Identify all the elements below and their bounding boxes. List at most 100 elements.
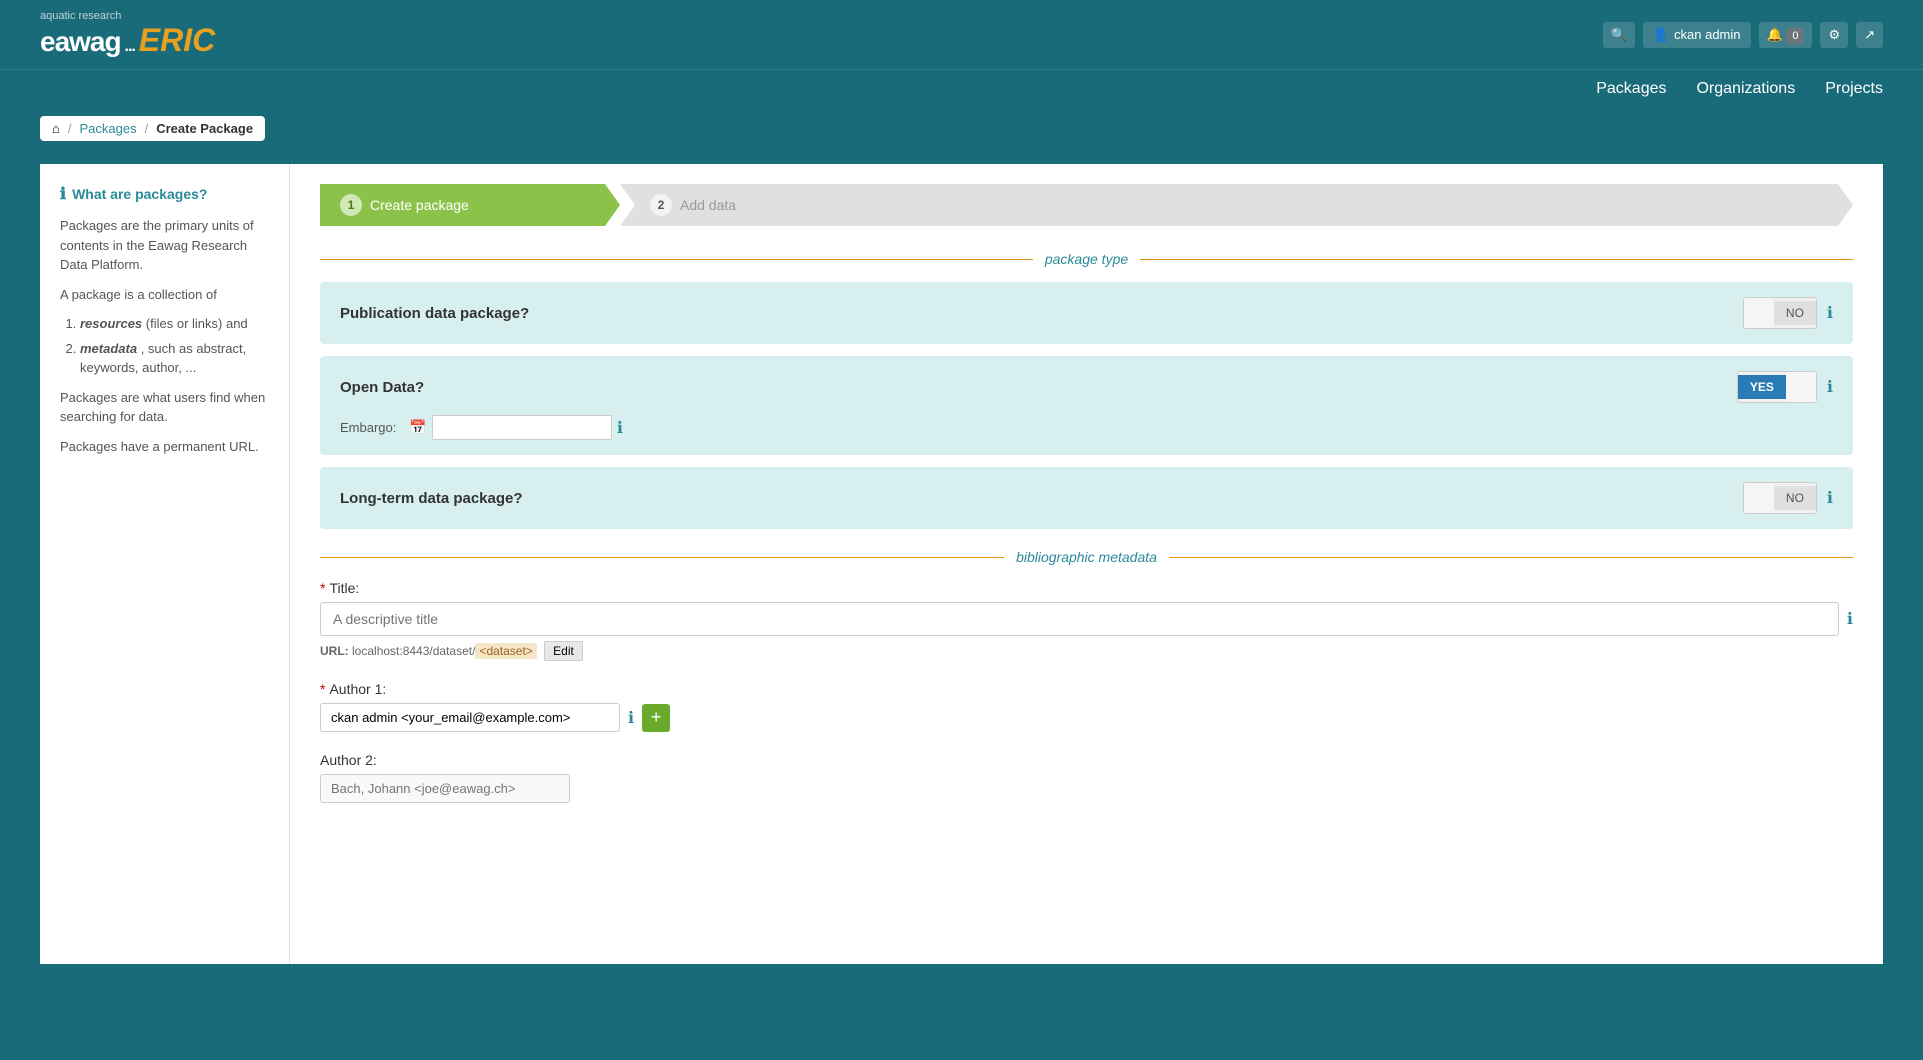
sidebar: ℹ What are packages? Packages are the pr… (40, 164, 290, 964)
bibliographic-section-label: bibliographic metadata (1016, 549, 1157, 565)
sidebar-title: ℹ What are packages? (60, 184, 269, 204)
step-2-number: 2 (650, 194, 672, 216)
url-dataset-tag: <dataset> (475, 643, 536, 659)
header: aquatic research eawag ... ERIC 🔍 👤 ckan… (0, 0, 1923, 70)
author1-section: * Author 1: ℹ + (320, 681, 1853, 732)
embargo-info-btn[interactable]: ℹ (617, 418, 623, 438)
sidebar-para2: A package is a collection of (60, 285, 269, 305)
content-area: 1 Create package 2 Add data package type… (290, 164, 1883, 964)
title-input[interactable] (320, 602, 1839, 636)
title-info-btn[interactable]: ℹ (1847, 609, 1853, 629)
search-icon-btn[interactable]: 🔍 (1603, 22, 1635, 48)
author1-input-row: ℹ + (320, 703, 1853, 732)
publication-card-header: Publication data package? NO ℹ (340, 297, 1833, 329)
author1-input[interactable] (320, 703, 620, 732)
nav-packages[interactable]: Packages (1596, 80, 1666, 98)
breadcrumb: ⌂ / Packages / Create Package (40, 116, 265, 141)
title-required-marker: * (320, 580, 325, 596)
author2-label: Author 2: (320, 752, 1853, 768)
open-data-toggle-spacer (1786, 372, 1816, 402)
username-label: ckan admin (1674, 27, 1740, 42)
url-label: URL: (320, 644, 349, 658)
settings-btn[interactable]: ⚙ (1820, 22, 1848, 48)
logo-dots: ... (125, 38, 135, 55)
logo-main: eawag (40, 26, 121, 57)
steps-bar: 1 Create package 2 Add data (320, 184, 1853, 226)
sidebar-para1: Packages are the primary units of conten… (60, 216, 269, 275)
open-data-toggle[interactable]: YES (1737, 371, 1817, 403)
step-2[interactable]: 2 Add data (620, 184, 1853, 226)
header-controls: 🔍 👤 ckan admin 🔔 0 ⚙ ↗ (1603, 22, 1883, 48)
publication-info-btn[interactable]: ℹ (1827, 303, 1833, 323)
biblio-divider-line-left (320, 557, 1004, 558)
author1-label: * Author 1: (320, 681, 1853, 697)
open-data-card-header: Open Data? YES ℹ (340, 371, 1833, 403)
sidebar-list-item1: resources (files or links) and (80, 314, 269, 334)
title-label-text: Title: (329, 580, 359, 596)
open-data-card: Open Data? YES ℹ Embargo: 📅 ℹ (320, 356, 1853, 455)
longterm-card: Long-term data package? NO ℹ (320, 467, 1853, 529)
user-menu-btn[interactable]: 👤 ckan admin (1643, 22, 1751, 48)
author2-input[interactable] (320, 774, 570, 803)
step-1-number: 1 (340, 194, 362, 216)
breadcrumb-home-icon[interactable]: ⌂ (52, 121, 60, 136)
author1-required-marker: * (320, 681, 325, 697)
nav-organizations[interactable]: Organizations (1696, 80, 1795, 98)
embargo-label: Embargo: (340, 420, 396, 435)
breadcrumb-sep1: / (68, 121, 72, 136)
breadcrumb-sep2: / (145, 121, 149, 136)
embargo-row: Embargo: 📅 ℹ (340, 415, 1833, 440)
publication-toggle-spacer (1744, 298, 1774, 328)
url-base: localhost:8443/dataset/ (352, 644, 475, 658)
author1-label-text: Author 1: (329, 681, 386, 697)
sidebar-list-item2: metadata , such as abstract, keywords, a… (80, 339, 269, 378)
step-2-label: Add data (680, 197, 736, 213)
open-data-yes-btn[interactable]: YES (1738, 375, 1786, 399)
publication-no-btn[interactable]: NO (1774, 301, 1816, 325)
sidebar-resources-label: resources (80, 316, 142, 331)
logo-sub-text: aquatic research (40, 10, 215, 22)
author2-section: Author 2: (320, 752, 1853, 803)
external-link-btn[interactable]: ↗ (1856, 22, 1883, 48)
sidebar-info-icon: ℹ (60, 184, 66, 204)
publication-card-title: Publication data package? (340, 305, 529, 322)
notification-btn[interactable]: 🔔 0 (1759, 22, 1813, 48)
biblio-divider-line-right (1169, 557, 1853, 558)
header-icon-group: 🔍 👤 ckan admin 🔔 0 ⚙ ↗ (1603, 22, 1883, 48)
publication-toggle[interactable]: NO (1743, 297, 1817, 329)
breadcrumb-current: Create Package (156, 121, 253, 136)
main-nav: Packages Organizations Projects (0, 70, 1923, 108)
author2-input-row (320, 774, 1853, 803)
breadcrumb-packages-link[interactable]: Packages (79, 121, 136, 136)
longterm-no-btn[interactable]: NO (1774, 486, 1816, 510)
longterm-toggle-spacer (1744, 483, 1774, 513)
embargo-input[interactable] (432, 415, 612, 440)
divider-line-left (320, 259, 1033, 260)
sidebar-metadata-label: metadata (80, 341, 137, 356)
sidebar-resources-rest: (files or links) and (146, 316, 248, 331)
sidebar-list: resources (files or links) and metadata … (60, 314, 269, 378)
breadcrumb-bar: ⌂ / Packages / Create Package (0, 108, 1923, 149)
longterm-info-btn[interactable]: ℹ (1827, 488, 1833, 508)
longterm-toggle[interactable]: NO (1743, 482, 1817, 514)
title-label: * Title: (320, 580, 1853, 596)
embargo-input-wrap: 📅 ℹ (409, 415, 623, 440)
bibliographic-divider: bibliographic metadata (320, 549, 1853, 565)
logo-eric: ERIC (139, 22, 215, 58)
longterm-card-title: Long-term data package? (340, 490, 523, 507)
notification-count: 0 (1786, 28, 1804, 44)
url-edit-btn[interactable]: Edit (544, 641, 583, 661)
title-section: * Title: ℹ URL: localhost:8443/dataset/<… (320, 580, 1853, 661)
longterm-card-header: Long-term data package? NO ℹ (340, 482, 1833, 514)
open-data-info-btn[interactable]: ℹ (1827, 377, 1833, 397)
url-hint: URL: localhost:8443/dataset/<dataset> Ed… (320, 641, 1853, 661)
author1-add-btn[interactable]: + (642, 704, 670, 732)
package-type-divider: package type (320, 251, 1853, 267)
logo: aquatic research eawag ... ERIC (40, 10, 215, 59)
step-1-label: Create package (370, 197, 469, 213)
sidebar-para4: Packages have a permanent URL. (60, 437, 269, 457)
step-1[interactable]: 1 Create package (320, 184, 620, 226)
nav-projects[interactable]: Projects (1825, 80, 1883, 98)
package-type-section-label: package type (1045, 251, 1128, 267)
author1-info-btn[interactable]: ℹ (628, 708, 634, 728)
